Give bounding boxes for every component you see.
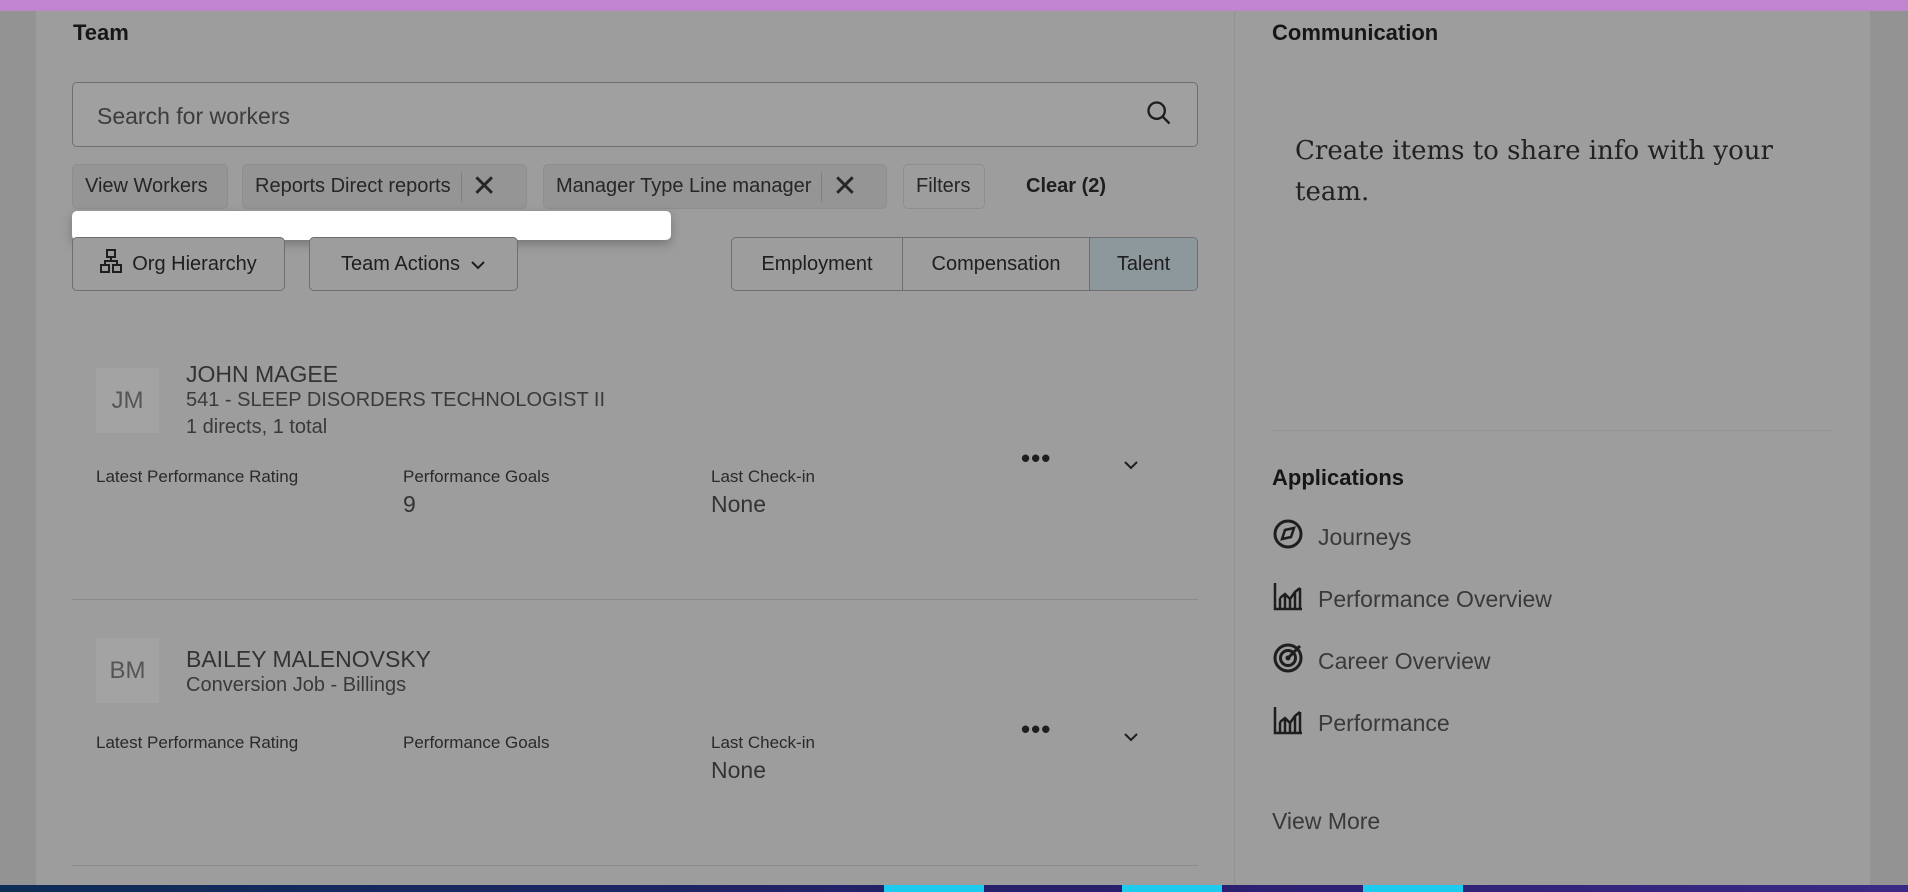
team-actions-label: Team Actions xyxy=(341,252,460,275)
more-actions-icon[interactable]: ••• xyxy=(1021,443,1051,474)
worker-name[interactable]: BAILEY MALENOVSKY xyxy=(186,646,431,673)
goals-label: Performance Goals xyxy=(403,467,550,486)
chip-view-workers[interactable]: View Workers xyxy=(72,164,228,209)
chip-reports[interactable]: Reports Direct reports ✕ xyxy=(242,164,527,209)
checkin-label: Last Check-in xyxy=(711,733,815,752)
rating-label: Latest Performance Rating xyxy=(96,467,299,486)
view-more-link[interactable]: View More xyxy=(1272,808,1380,835)
org-hierarchy-label: Org Hierarchy xyxy=(132,252,257,275)
close-icon[interactable]: ✕ xyxy=(821,171,858,202)
bottom-bar-segment xyxy=(1363,885,1463,892)
chip-manager-type[interactable]: Manager Type Line manager ✕ xyxy=(543,164,887,209)
section-divider xyxy=(1272,430,1832,431)
dropdown-popup xyxy=(72,211,671,240)
goals-label: Performance Goals xyxy=(403,733,550,752)
search-placeholder: Search for workers xyxy=(97,103,291,129)
rating-label: Latest Performance Rating xyxy=(96,733,299,752)
chip-label: Reports Direct reports xyxy=(255,175,451,197)
bar-chart-icon xyxy=(1272,704,1304,742)
communication-message: Create items to share info with your tea… xyxy=(1295,136,1773,207)
worker-job: Conversion Job - Billings xyxy=(186,674,407,696)
app-career-overview[interactable]: Career Overview xyxy=(1272,642,1491,680)
filters-label: Filters xyxy=(916,175,971,197)
chevron-down-icon[interactable] xyxy=(1124,729,1138,747)
bottom-bar-segment xyxy=(884,885,984,892)
chip-label: Manager Type Line manager xyxy=(556,175,812,197)
team-title: Team xyxy=(73,20,129,45)
worker-name[interactable]: JOHN MAGEE xyxy=(186,361,338,388)
checkin-value[interactable]: None xyxy=(711,491,766,518)
bar-chart-icon xyxy=(1272,580,1304,618)
avatar: BM xyxy=(96,638,159,703)
column-divider xyxy=(1234,11,1235,885)
app-journeys[interactable]: Journeys xyxy=(1272,518,1411,556)
tab-employment[interactable]: Employment xyxy=(732,238,903,290)
compass-icon xyxy=(1272,518,1304,556)
team-actions-button[interactable]: Team Actions xyxy=(309,237,518,291)
app-performance-overview[interactable]: Performance Overview xyxy=(1272,580,1552,618)
chevron-down-icon xyxy=(470,253,486,276)
checkin-label: Last Check-in xyxy=(711,467,815,486)
close-icon[interactable]: ✕ xyxy=(460,171,497,202)
chevron-down-icon[interactable] xyxy=(1124,457,1138,475)
org-hierarchy-icon xyxy=(100,249,123,279)
app-performance[interactable]: Performance xyxy=(1272,704,1450,742)
goals-value[interactable]: 9 xyxy=(403,491,416,518)
target-icon xyxy=(1272,642,1304,680)
communication-title: Communication xyxy=(1272,20,1439,45)
app-label: Career Overview xyxy=(1318,647,1491,674)
org-hierarchy-button[interactable]: Org Hierarchy xyxy=(72,237,285,291)
worker-reports[interactable]: 1 directs, 1 total xyxy=(186,416,327,439)
row-divider xyxy=(72,865,1198,866)
search-icon[interactable] xyxy=(1145,99,1173,133)
view-segmented-control: Employment Compensation Talent xyxy=(731,237,1198,291)
chip-label: View Workers xyxy=(85,175,208,197)
app-label: Performance Overview xyxy=(1318,585,1552,612)
clear-filters-button[interactable]: Clear (2) xyxy=(1026,175,1106,198)
more-actions-icon[interactable]: ••• xyxy=(1021,714,1051,745)
checkin-value[interactable]: None xyxy=(711,757,766,784)
tab-talent[interactable]: Talent xyxy=(1090,238,1197,290)
filters-button[interactable]: Filters xyxy=(903,164,985,209)
worker-job: 541 - SLEEP DISORDERS TECHNOLOGIST II xyxy=(186,389,606,411)
main-panel: Team Search for workers View Workers Rep… xyxy=(36,11,1870,885)
tab-compensation[interactable]: Compensation xyxy=(903,238,1090,290)
top-accent-bar xyxy=(0,0,1908,11)
bottom-bar-segment xyxy=(1122,885,1222,892)
app-label: Performance xyxy=(1318,709,1450,736)
row-divider xyxy=(72,599,1198,600)
search-input[interactable]: Search for workers xyxy=(72,82,1198,147)
app-label: Journeys xyxy=(1318,523,1412,550)
avatar: JM xyxy=(96,368,159,433)
applications-title: Applications xyxy=(1272,465,1405,490)
